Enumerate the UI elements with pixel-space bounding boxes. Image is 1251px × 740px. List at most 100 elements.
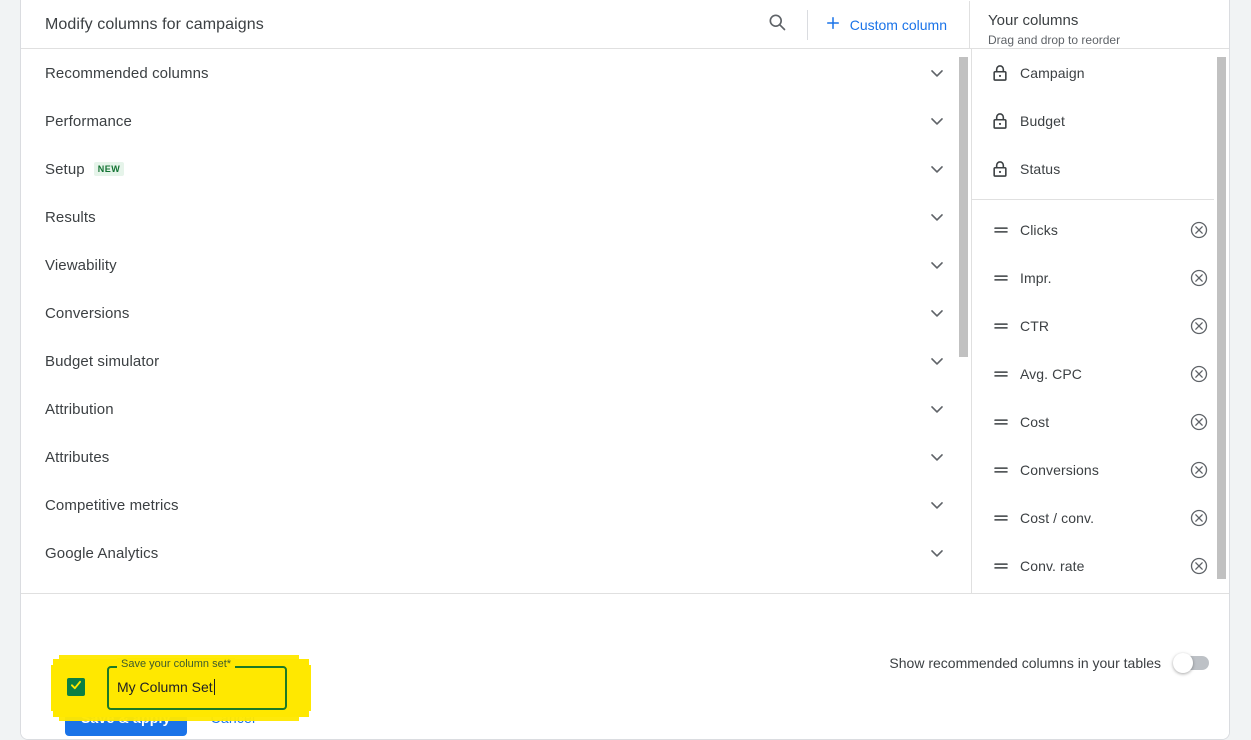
custom-column-button[interactable]: Custom column xyxy=(816,14,969,35)
chevron-down-icon[interactable] xyxy=(927,159,947,179)
new-badge: NEW xyxy=(93,162,125,176)
chevron-down-icon[interactable] xyxy=(927,207,947,227)
category-row[interactable]: Conversions xyxy=(21,289,971,337)
chevron-down-icon[interactable] xyxy=(927,495,947,515)
column-row[interactable]: Cost xyxy=(972,398,1229,446)
category-row[interactable]: Recommended columns xyxy=(21,49,971,97)
custom-column-label: Custom column xyxy=(849,16,947,33)
column-label: Cost / conv. xyxy=(1020,510,1095,526)
column-label: Budget xyxy=(1020,113,1065,129)
category-label: Results xyxy=(45,208,96,226)
column-row[interactable]: Conv. rate xyxy=(972,542,1229,590)
your-columns-header: Your columns Drag and drop to reorder xyxy=(969,1,1229,48)
column-row[interactable]: Impr. xyxy=(972,254,1229,302)
locked-column-row: Status xyxy=(972,145,1229,193)
check-icon xyxy=(69,678,83,697)
category-list-scrollbar-thumb[interactable] xyxy=(959,57,968,357)
drag-handle-icon[interactable] xyxy=(990,461,1016,479)
drag-handle-icon[interactable] xyxy=(990,269,1016,287)
your-columns-scrollbar-thumb[interactable] xyxy=(1217,57,1226,579)
your-columns-scrollbar[interactable] xyxy=(1214,49,1229,593)
remove-column-button[interactable] xyxy=(1187,268,1211,288)
category-list: Recommended columns Performance Setup NEW Re… xyxy=(21,49,972,593)
lock-icon xyxy=(990,111,1016,131)
chevron-down-icon[interactable] xyxy=(927,303,947,323)
chevron-down-icon[interactable] xyxy=(927,399,947,419)
remove-column-button[interactable] xyxy=(1187,364,1211,384)
column-label: Conversions xyxy=(1020,462,1099,478)
column-label: Campaign xyxy=(1020,65,1085,81)
chevron-down-icon[interactable] xyxy=(927,255,947,275)
drag-handle-icon[interactable] xyxy=(990,221,1016,239)
recommended-columns-toggle[interactable] xyxy=(1173,653,1209,673)
your-columns-title: Your columns xyxy=(988,12,1079,29)
your-columns-list: Campaign Budget Status Clicks Impr. CTR Avg. … xyxy=(972,49,1229,593)
remove-column-button[interactable] xyxy=(1187,412,1211,432)
category-label: Recommended columns xyxy=(45,64,209,82)
category-label: Google Analytics xyxy=(45,544,159,562)
save-column-set-field[interactable]: Save your column set* My Column Set xyxy=(107,658,287,710)
toolbar-divider xyxy=(806,9,808,40)
category-label: Conversions xyxy=(45,304,130,322)
category-label: Attribution xyxy=(45,400,114,418)
remove-column-button[interactable] xyxy=(1187,508,1211,528)
category-label: Setup xyxy=(45,160,85,178)
category-label: Competitive metrics xyxy=(45,496,179,514)
save-column-set-label: Save your column set* xyxy=(117,658,236,670)
recommended-columns-toggle-row: Show recommended columns in your tables xyxy=(889,653,1209,673)
drag-handle-icon[interactable] xyxy=(990,413,1016,431)
category-row[interactable]: Attributes xyxy=(21,433,971,481)
locked-column-row: Budget xyxy=(972,97,1229,145)
text-cursor xyxy=(213,679,215,695)
search-button[interactable] xyxy=(755,3,799,47)
drag-handle-icon[interactable] xyxy=(990,557,1016,575)
toggle-knob xyxy=(1173,653,1193,673)
category-row[interactable]: Results xyxy=(21,193,971,241)
dialog-header: Modify columns for campaigns Custom colu… xyxy=(21,1,1229,49)
search-icon xyxy=(767,12,787,37)
remove-column-button[interactable] xyxy=(1187,220,1211,240)
dialog-body: Recommended columns Performance Setup NEW Re… xyxy=(21,49,1229,593)
column-row[interactable]: Avg. CPC xyxy=(972,350,1229,398)
category-label: Viewability xyxy=(45,256,117,274)
column-label: CTR xyxy=(1020,318,1050,334)
drag-handle-icon[interactable] xyxy=(990,365,1016,383)
column-label: Impr. xyxy=(1020,270,1052,286)
column-row[interactable]: Conversions xyxy=(972,446,1229,494)
category-row[interactable]: Attribution xyxy=(21,385,971,433)
chevron-down-icon[interactable] xyxy=(927,111,947,131)
save-column-set-input-value: My Column Set xyxy=(117,679,213,695)
category-row[interactable]: Viewability xyxy=(21,241,971,289)
category-row[interactable]: Performance xyxy=(21,97,971,145)
save-column-set-input[interactable]: My Column Set xyxy=(117,679,215,695)
category-row[interactable]: Competitive metrics xyxy=(21,481,971,529)
header-tools: Custom column xyxy=(755,1,969,48)
category-row[interactable]: Budget simulator xyxy=(21,337,971,385)
column-label: Conv. rate xyxy=(1020,558,1085,574)
plus-icon xyxy=(824,14,842,35)
category-list-scrollbar[interactable] xyxy=(956,49,971,593)
category-label: Attributes xyxy=(45,448,110,466)
category-label: Performance xyxy=(45,112,132,130)
column-row[interactable]: Cost / conv. xyxy=(972,494,1229,542)
remove-column-button[interactable] xyxy=(1187,316,1211,336)
category-label: Budget simulator xyxy=(45,352,160,370)
modify-columns-dialog: Modify columns for campaigns Custom colu… xyxy=(20,0,1230,740)
chevron-down-icon[interactable] xyxy=(927,63,947,83)
drag-handle-icon[interactable] xyxy=(990,317,1016,335)
dialog-footer: Save your column set* My Column Set Show… xyxy=(21,593,1229,739)
page-title: Modify columns for campaigns xyxy=(45,15,264,33)
chevron-down-icon[interactable] xyxy=(927,351,947,371)
save-column-set-checkbox[interactable] xyxy=(67,678,85,696)
category-row[interactable]: Google Analytics xyxy=(21,529,971,577)
drag-handle-icon[interactable] xyxy=(990,509,1016,527)
chevron-down-icon[interactable] xyxy=(927,447,947,467)
column-label: Avg. CPC xyxy=(1020,366,1083,382)
column-row[interactable]: Clicks xyxy=(972,206,1229,254)
chevron-down-icon[interactable] xyxy=(927,543,947,563)
columns-divider xyxy=(972,199,1229,200)
remove-column-button[interactable] xyxy=(1187,460,1211,480)
category-row[interactable]: Setup NEW xyxy=(21,145,971,193)
remove-column-button[interactable] xyxy=(1187,556,1211,576)
column-row[interactable]: CTR xyxy=(972,302,1229,350)
